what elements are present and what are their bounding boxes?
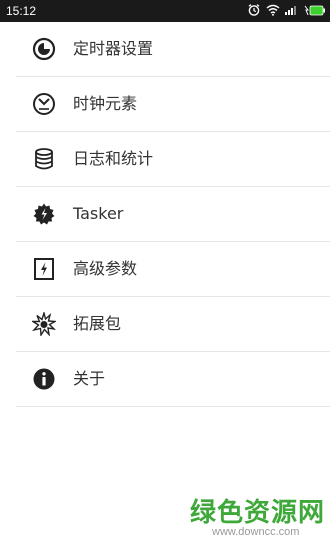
menu-item-clock-elements[interactable]: 时钟元素 <box>16 77 330 132</box>
signal-icon <box>285 5 299 15</box>
info-icon <box>32 367 56 391</box>
wifi-icon <box>266 4 280 16</box>
timer-settings-icon <box>32 37 56 61</box>
status-icons <box>247 3 326 17</box>
menu-item-label: 高级参数 <box>73 259 138 278</box>
status-bar: 15:12 <box>0 0 330 22</box>
menu-item-logs-stats[interactable]: 日志和统计 <box>16 132 330 187</box>
watermark-url: www.downcc.com <box>212 526 300 538</box>
menu-item-label: 定时器设置 <box>73 39 154 58</box>
status-time: 15:12 <box>6 4 37 18</box>
menu-item-timer-settings[interactable]: 定时器设置 <box>16 22 330 77</box>
flash-box-icon <box>32 257 56 281</box>
menu-item-about[interactable]: 关于 <box>16 352 330 407</box>
menu-item-extension-pack[interactable]: 拓展包 <box>16 297 330 352</box>
battery-charging-icon <box>304 5 326 16</box>
menu-item-advanced-params[interactable]: 高级参数 <box>16 242 330 297</box>
extension-burst-icon <box>32 312 56 336</box>
menu-item-tasker[interactable]: Tasker <box>16 187 330 242</box>
menu-item-label: 拓展包 <box>73 314 122 333</box>
alarm-icon <box>247 3 261 17</box>
menu-item-label: Tasker <box>73 204 124 223</box>
menu-item-label: 时钟元素 <box>73 94 138 113</box>
database-icon <box>32 147 56 171</box>
clock-icon <box>32 92 56 116</box>
watermark-logo-text: 绿色资源网 <box>190 498 326 528</box>
menu-item-label: 日志和统计 <box>73 149 154 168</box>
tasker-gear-icon <box>32 202 56 226</box>
settings-menu: 定时器设置 时钟元素 日志和统计 Tasker 高级参数 拓展包 关于 <box>0 22 330 407</box>
menu-item-label: 关于 <box>73 369 106 388</box>
